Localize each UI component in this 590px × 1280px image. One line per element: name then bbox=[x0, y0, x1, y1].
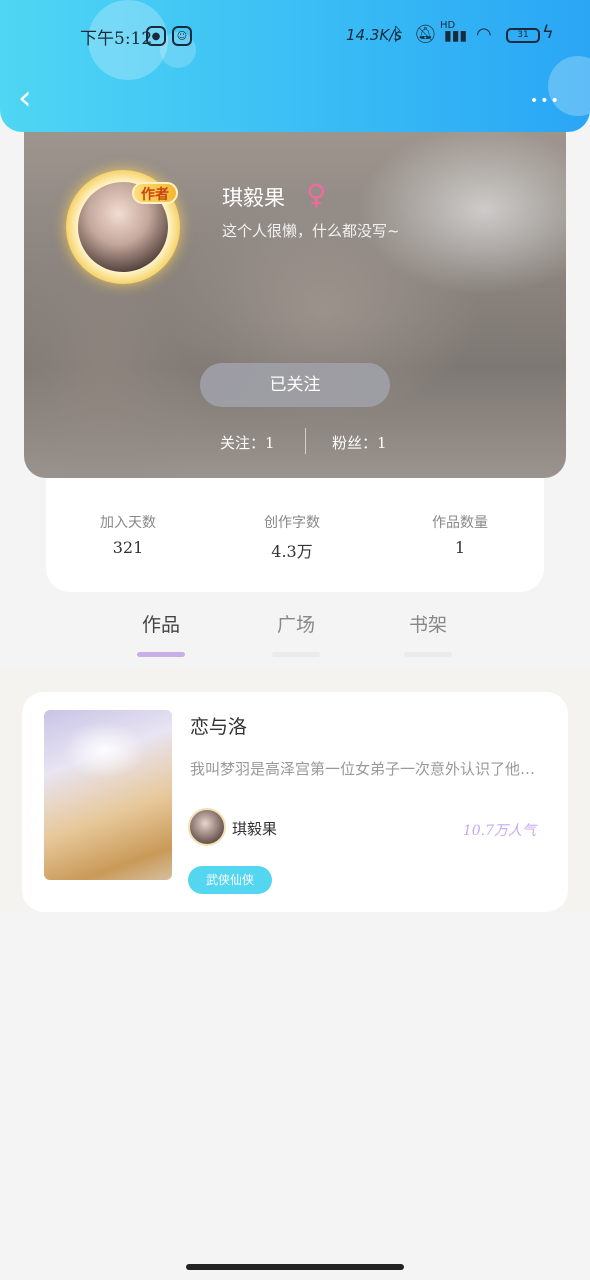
tab-label: 广场 bbox=[276, 614, 315, 636]
tab-label: 书架 bbox=[408, 614, 447, 636]
author-avatar[interactable] bbox=[188, 808, 226, 846]
signal-icon: ▮▮▮ bbox=[444, 28, 468, 44]
stat-join-days: 加入天数 321 bbox=[68, 512, 188, 557]
book-title[interactable]: 恋与洛 bbox=[190, 712, 247, 739]
author-badge: 作者 bbox=[132, 182, 178, 204]
stat-label: 作品数量 bbox=[432, 515, 488, 531]
tab-indicator bbox=[137, 652, 185, 657]
top-header: 下午5:12 ● ☺ 14.3K/s ᛒ 🔕︎ HD ▮▮▮ ◠ 31 ϟ ‹ … bbox=[0, 0, 590, 132]
tab-works[interactable]: 作品 bbox=[121, 610, 201, 657]
app-notify-icon-2: ☺ bbox=[172, 26, 192, 46]
book-popularity: 10.7万人气 bbox=[462, 823, 536, 839]
stat-label: 创作字数 bbox=[264, 515, 320, 531]
divider bbox=[305, 428, 306, 454]
followers-count[interactable]: 粉丝：1 bbox=[332, 432, 387, 453]
tab-indicator bbox=[272, 652, 320, 657]
stat-works-count: 作品数量 1 bbox=[400, 512, 520, 557]
profile-nickname: 琪毅果 bbox=[222, 186, 285, 210]
following-count[interactable]: 关注：1 bbox=[220, 432, 275, 453]
more-dots-icon: ••• bbox=[530, 93, 561, 109]
book-cover[interactable] bbox=[44, 710, 172, 880]
profile-bio: 这个人很懒，什么都没写~ bbox=[222, 222, 400, 240]
female-gender-icon: ♀ bbox=[306, 178, 327, 211]
bluetooth-icon: ᛒ bbox=[392, 24, 403, 45]
tab-label: 作品 bbox=[141, 614, 180, 636]
wifi-icon: ◠ bbox=[476, 24, 492, 45]
tab-square[interactable]: 广场 bbox=[256, 610, 336, 657]
follow-button[interactable]: 已关注 bbox=[200, 363, 390, 407]
stats-card: 加入天数 321 创作字数 4.3万 作品数量 1 bbox=[46, 460, 544, 592]
tab-bar: 作品 广场 书架 bbox=[0, 602, 590, 668]
book-description: 我叫梦羽是高泽宫第一位女弟子一次意外认识了他… bbox=[190, 760, 536, 778]
status-time: 下午5:12 bbox=[80, 29, 153, 49]
stat-label: 加入天数 bbox=[100, 515, 156, 531]
back-button[interactable]: ‹ bbox=[18, 81, 48, 116]
stat-word-count: 创作字数 4.3万 bbox=[232, 512, 352, 562]
app-notify-icon: ● bbox=[146, 26, 166, 46]
home-indicator[interactable] bbox=[186, 1264, 404, 1270]
mute-icon: 🔕︎ bbox=[414, 24, 437, 45]
stat-value: 4.3万 bbox=[271, 542, 313, 561]
profile-card: 作者 琪毅果 ♀ 这个人很懒，什么都没写~ 已关注 关注：1 粉丝：1 bbox=[24, 110, 566, 478]
charging-icon: ϟ bbox=[542, 22, 554, 43]
tab-indicator bbox=[404, 652, 452, 657]
tab-bookshelf[interactable]: 书架 bbox=[388, 610, 468, 657]
stat-value: 1 bbox=[454, 538, 466, 557]
work-card[interactable]: 恋与洛 我叫梦羽是高泽宫第一位女弟子一次意外认识了他… 琪毅果 10.7万人气 … bbox=[22, 692, 568, 912]
more-button[interactable]: ••• bbox=[530, 86, 566, 110]
stat-value: 321 bbox=[112, 538, 144, 557]
battery-icon: 31 bbox=[506, 28, 540, 43]
chevron-left-icon: ‹ bbox=[18, 78, 32, 118]
status-bar: 下午5:12 ● ☺ 14.3K/s ᛒ 🔕︎ HD ▮▮▮ ◠ 31 ϟ bbox=[0, 18, 590, 52]
genre-tag[interactable]: 武侠仙侠 bbox=[188, 866, 272, 894]
book-author: 琪毅果 bbox=[232, 820, 278, 838]
